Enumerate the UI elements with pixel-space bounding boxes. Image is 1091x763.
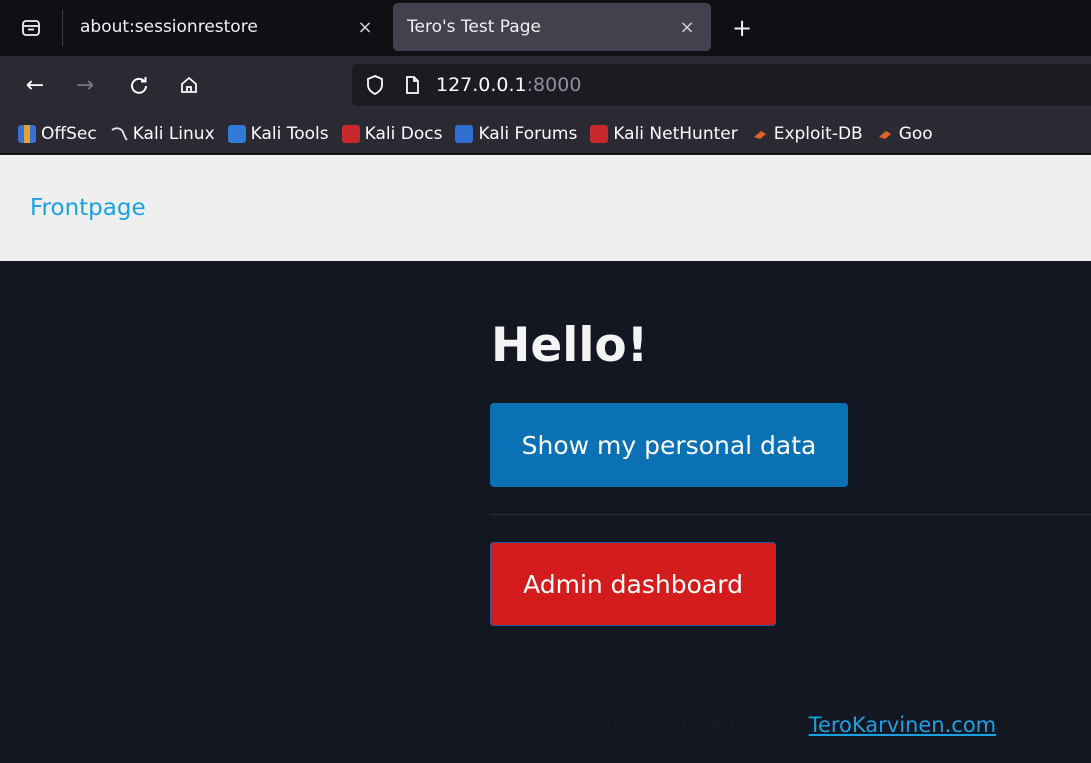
url-host: 127.0.0.1 [436, 74, 527, 96]
new-tab-icon[interactable]: + [724, 10, 760, 46]
site-navbar: Frontpage [0, 155, 1091, 261]
frontpage-link[interactable]: Frontpage [30, 195, 146, 221]
tab-separator [62, 10, 63, 46]
back-arrow-icon[interactable]: ← [18, 68, 52, 102]
page-heading: Hello! [491, 318, 649, 373]
page-icon[interactable] [402, 75, 422, 95]
kali-forums-icon [455, 124, 474, 143]
footer-copyright: Copyright 2024 Tero Karvinen [490, 713, 802, 737]
divider [490, 514, 1091, 515]
show-personal-data-button[interactable]: Show my personal data [490, 403, 848, 487]
admin-dashboard-button[interactable]: Admin dashboard [490, 542, 776, 626]
web-page: Frontpage Hello! Show my personal data A… [0, 155, 1091, 763]
exploit-db-icon [876, 125, 894, 143]
bookmark-label: Exploit-DB [773, 123, 863, 144]
bookmark-label: Kali Tools [250, 123, 329, 144]
kali-dragon-icon [110, 125, 128, 143]
bookmark-label: Goo [898, 123, 933, 144]
tab-title: about:sessionrestore [80, 17, 258, 37]
bookmark-label: Kali Linux [132, 123, 215, 144]
bookmark-label: Kali Docs [364, 123, 443, 144]
bookmark-exploit-db[interactable]: Exploit-DB [751, 124, 863, 144]
bookmark-label: Kali Forums [478, 123, 578, 144]
tab-session-restore[interactable]: about:sessionrestore × [66, 3, 389, 51]
url-bar[interactable]: 127.0.0.1:8000 [352, 64, 1091, 106]
url-text: 127.0.0.1:8000 [436, 74, 581, 96]
kali-tools-icon [227, 124, 246, 143]
navigation-toolbar: ← → 127.0.0.1:8000 [0, 56, 1091, 114]
bookmark-kali-tools[interactable]: Kali Tools [227, 123, 329, 144]
kali-nethunter-icon [590, 124, 609, 143]
bookmarks-toolbar: OffSec Kali Linux Kali Tools Kali Docs K… [0, 114, 1091, 154]
exploit-db-icon [751, 125, 769, 143]
kali-docs-icon [341, 124, 360, 143]
tab-title: Tero's Test Page [407, 17, 541, 37]
bookmark-label: OffSec [41, 123, 97, 144]
bookmark-offsec[interactable]: OffSec [18, 124, 97, 144]
bookmark-kali-forums[interactable]: Kali Forums [455, 124, 577, 144]
bookmark-kali-nethunter[interactable]: Kali NetHunter [590, 123, 738, 144]
close-icon[interactable]: × [663, 3, 711, 51]
bookmark-google-hacking[interactable]: Goo [876, 124, 933, 144]
footer-link[interactable]: TeroKarvinen.com [809, 713, 996, 737]
home-icon[interactable] [172, 68, 206, 102]
close-icon[interactable]: × [341, 3, 389, 51]
reload-icon[interactable] [122, 68, 156, 102]
bookmark-kali-linux[interactable]: Kali Linux [110, 124, 215, 144]
offsec-icon [18, 124, 36, 143]
tab-strip: about:sessionrestore × Tero's Test Page … [0, 0, 1091, 56]
forward-arrow-icon[interactable]: → [68, 68, 102, 102]
shield-icon[interactable] [364, 74, 386, 96]
footer: Copyright 2024 Tero Karvinen TeroKarvine… [490, 713, 996, 737]
bookmark-label: Kali NetHunter [613, 123, 738, 144]
url-port: :8000 [526, 74, 582, 96]
tab-list-icon[interactable] [0, 0, 62, 56]
bookmark-kali-docs[interactable]: Kali Docs [341, 123, 443, 144]
tab-teros-test-page[interactable]: Tero's Test Page × [393, 3, 711, 51]
